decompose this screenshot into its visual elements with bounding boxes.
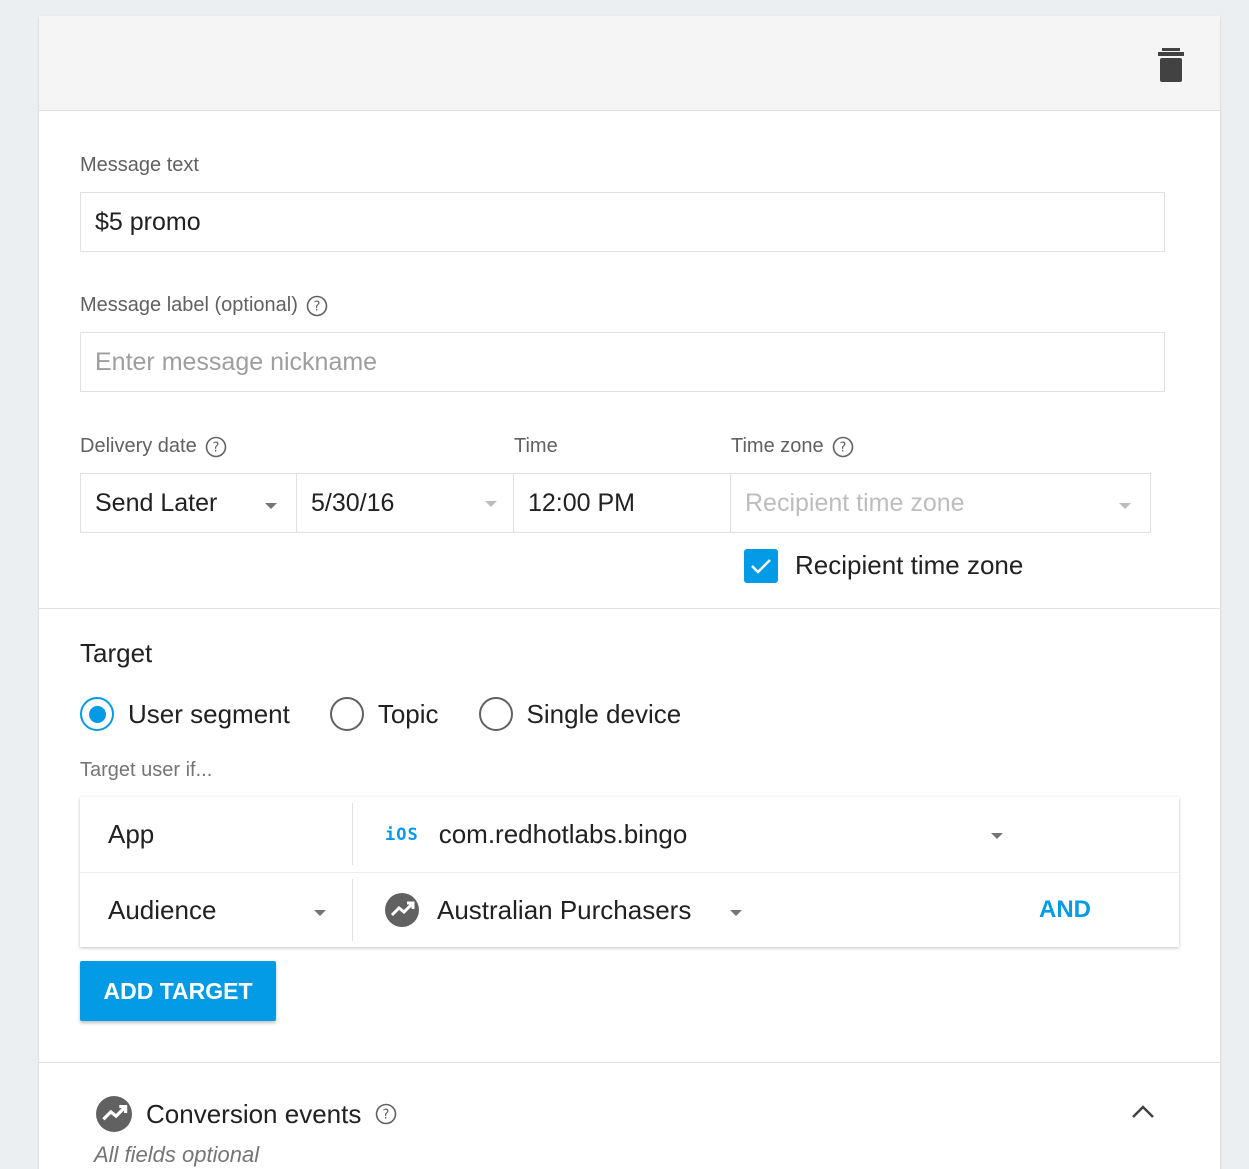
card-header [39, 16, 1220, 111]
add-target-button[interactable]: ADD TARGET [80, 961, 276, 1021]
send-option-value: Send Later [95, 488, 218, 517]
audience-field-select[interactable]: Audience [80, 873, 352, 947]
radio-unchecked-icon [329, 697, 364, 731]
chevron-down-icon [485, 501, 497, 507]
date-value: 5/30/16 [311, 488, 395, 517]
app-select[interactable]: iOS com.redhotlabs.bingo [353, 797, 1179, 872]
svg-text:?: ? [212, 440, 219, 455]
message-text-field[interactable]: $5 promo [80, 192, 1165, 252]
help-circle-icon[interactable]: ? [306, 295, 328, 317]
ios-platform-badge: iOS [385, 824, 419, 845]
message-text-value[interactable]: $5 promo [95, 208, 201, 237]
radio-topic[interactable]: Topic [329, 697, 439, 731]
svg-text:?: ? [383, 1108, 390, 1123]
time-label: Time [514, 435, 558, 457]
target-row-audience: Audience Australian Purchasers AND [80, 872, 1179, 947]
target-conditions-table: App iOS com.redhotlabs.bingo Audience Au [80, 797, 1179, 947]
message-label-label: Message label (optional) ? [80, 294, 328, 317]
checkmark-icon [751, 559, 771, 574]
recipient-time-zone-label: Recipient time zone [795, 550, 1024, 580]
target-row-app: App iOS com.redhotlabs.bingo [80, 797, 1179, 872]
app-value: com.redhotlabs.bingo [438, 819, 688, 849]
and-button[interactable]: AND [1039, 873, 1091, 947]
target-type-radio-group: User segment Topic Single device [80, 697, 721, 731]
section-divider [39, 608, 1220, 609]
time-field[interactable]: 12:00 PM [513, 473, 731, 533]
chevron-down-icon [991, 833, 1003, 839]
section-divider [39, 1062, 1220, 1063]
conversion-events-title: Conversion events [146, 1098, 362, 1129]
send-option-select[interactable]: Send Later [80, 473, 297, 533]
audience-value: Australian Purchasers [437, 894, 692, 925]
target-field-app: App [108, 819, 155, 849]
analytics-icon [96, 1096, 132, 1132]
trash-icon[interactable] [1158, 48, 1184, 82]
radio-single-device[interactable]: Single device [478, 697, 681, 731]
date-picker[interactable]: 5/30/16 [296, 473, 514, 533]
delivery-date-label: Delivery date ? [80, 435, 227, 458]
time-zone-select[interactable]: Recipient time zone [730, 473, 1151, 533]
conversion-events-header[interactable]: Conversion events ? [96, 1096, 397, 1132]
help-circle-icon[interactable]: ? [205, 436, 227, 458]
chevron-down-icon [1119, 503, 1131, 509]
target-condition-label: Target user if... [80, 759, 213, 781]
chevron-down-icon [730, 910, 742, 916]
conversion-optional-note: All fields optional [94, 1142, 260, 1167]
time-value: 12:00 PM [528, 488, 636, 517]
message-text-label: Message text [80, 154, 199, 176]
svg-text:?: ? [839, 440, 846, 455]
chevron-down-icon [265, 503, 277, 509]
message-card: Message text $5 promo Message label (opt… [39, 16, 1220, 1169]
message-label-input[interactable] [95, 347, 1150, 377]
help-circle-icon[interactable]: ? [375, 1103, 397, 1125]
radio-user-segment[interactable]: User segment [80, 697, 290, 731]
chevron-up-icon[interactable] [1130, 1104, 1156, 1120]
analytics-icon [385, 893, 419, 927]
message-label-field[interactable] [80, 332, 1165, 392]
target-title: Target [80, 638, 153, 668]
chevron-down-icon [314, 910, 326, 916]
time-zone-label: Time zone ? [731, 435, 854, 458]
help-circle-icon[interactable]: ? [832, 436, 854, 458]
radio-unchecked-icon [478, 697, 513, 731]
recipient-time-zone-checkbox[interactable] [744, 549, 778, 583]
svg-text:?: ? [313, 299, 320, 314]
time-zone-placeholder: Recipient time zone [745, 488, 965, 517]
radio-checked-icon [80, 697, 114, 731]
